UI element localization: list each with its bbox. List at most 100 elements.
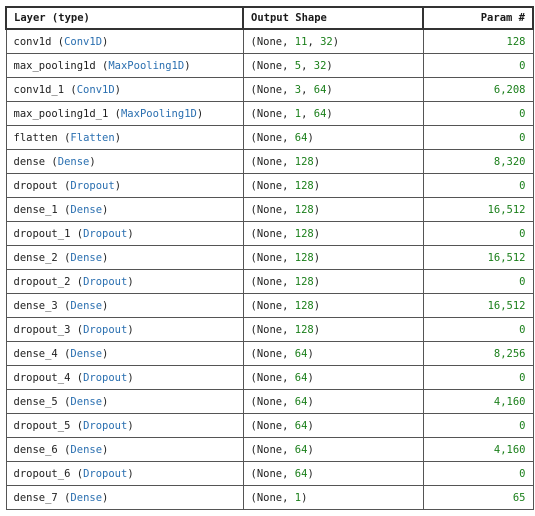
shape-dim: 64 (294, 371, 308, 384)
output-shape-cell: (None, 11, 32) (242, 28, 424, 54)
layer-cell: dense_5 (Dense) (5, 389, 244, 414)
table-row: dense_5 (Dense) (None, 64) 4,160 (5, 389, 534, 414)
shape-dim: None (256, 275, 283, 288)
shape-dim: 1 (294, 491, 302, 504)
layer-type: Conv1D (76, 83, 115, 96)
layer-type: Dropout (83, 467, 128, 480)
layer-cell: dense_1 (Dense) (5, 197, 244, 222)
table-row: dense_3 (Dense) (None, 128) 16,512 (5, 293, 534, 318)
shape-dim: None (256, 419, 283, 432)
layer-cell: dropout_2 (Dropout) (5, 269, 244, 294)
layer-cell: flatten (Flatten) (5, 125, 244, 150)
shape-dim: None (256, 443, 283, 456)
output-shape-cell: (None, 1) (242, 485, 424, 510)
layer-cell: dropout_5 (Dropout) (5, 413, 244, 438)
output-shape-cell: (None, 64) (242, 437, 424, 462)
table-row: dropout (Dropout) (None, 128) 0 (5, 173, 534, 198)
layer-name: dense_1 (13, 203, 58, 216)
table-row: dense_1 (Dense) (None, 128) 16,512 (5, 197, 534, 222)
shape-dim: 64 (294, 395, 308, 408)
shape-dim: 128 (294, 275, 314, 288)
layer-cell: max_pooling1d (MaxPooling1D) (5, 53, 244, 78)
output-shape-cell: (None, 128) (242, 173, 424, 198)
shape-dim: None (256, 35, 283, 48)
layer-name: dropout (13, 179, 58, 192)
layer-type-header: Layer (type) (5, 6, 244, 30)
param-count-cell: 0 (422, 221, 534, 246)
shape-dim: 3 (294, 83, 302, 96)
layer-type: Dropout (70, 179, 115, 192)
shape-dim: 128 (294, 155, 314, 168)
table-row: conv1d_1 (Conv1D) (None, 3, 64) 6,208 (5, 77, 534, 102)
table-row: dense (Dense) (None, 128) 8,320 (5, 149, 534, 174)
shape-dim: None (256, 203, 283, 216)
table-row: dense_2 (Dense) (None, 128) 16,512 (5, 245, 534, 270)
table-row: max_pooling1d (MaxPooling1D) (None, 5, 32… (5, 53, 534, 78)
param-count-header: Param # (422, 6, 534, 30)
shape-dim: None (256, 395, 283, 408)
param-count-cell: 0 (422, 461, 534, 486)
output-shape-cell: (None, 64) (242, 125, 424, 150)
layer-type: Dense (70, 347, 103, 360)
shape-dim: None (256, 227, 283, 240)
layer-cell: dense_4 (Dense) (5, 341, 244, 366)
layer-type: Dropout (83, 227, 128, 240)
shape-dim: None (256, 155, 283, 168)
shape-dim: None (256, 323, 283, 336)
model-summary-table: Layer (type) Output Shape Param # conv1d… (5, 6, 534, 510)
table-row: dropout_2 (Dropout) (None, 128) 0 (5, 269, 534, 294)
layer-name: dense_5 (13, 395, 58, 408)
layer-cell: dropout_3 (Dropout) (5, 317, 244, 342)
table-row: dense_4 (Dense) (None, 64) 8,256 (5, 341, 534, 366)
layer-type: Dense (70, 395, 103, 408)
shape-dim: None (256, 371, 283, 384)
output-shape-cell: (None, 64) (242, 389, 424, 414)
table-row: flatten (Flatten) (None, 64) 0 (5, 125, 534, 150)
layer-cell: max_pooling1d_1 (MaxPooling1D) (5, 101, 244, 126)
shape-dim: None (256, 179, 283, 192)
layer-cell: dropout_1 (Dropout) (5, 221, 244, 246)
param-count-cell: 8,256 (422, 341, 534, 366)
output-shape-cell: (None, 128) (242, 269, 424, 294)
layer-name: dropout_1 (13, 227, 71, 240)
param-count-cell: 0 (422, 413, 534, 438)
param-count-cell: 8,320 (422, 149, 534, 174)
layer-type: Dropout (83, 371, 128, 384)
shape-dim: None (256, 131, 283, 144)
shape-dim: 64 (313, 107, 327, 120)
shape-dim: 128 (294, 323, 314, 336)
shape-dim: 64 (294, 131, 308, 144)
shape-dim: None (256, 251, 283, 264)
output-shape-cell: (None, 128) (242, 293, 424, 318)
layer-name: dense_3 (13, 299, 58, 312)
param-count-cell: 16,512 (422, 197, 534, 222)
layer-cell: dense_6 (Dense) (5, 437, 244, 462)
output-shape-cell: (None, 128) (242, 197, 424, 222)
shape-dim: None (256, 347, 283, 360)
layer-name: dense_2 (13, 251, 58, 264)
shape-dim: None (256, 299, 283, 312)
table-row: max_pooling1d_1 (MaxPooling1D) (None, 1, … (5, 101, 534, 126)
shape-dim: 64 (294, 347, 308, 360)
table-row: dropout_6 (Dropout) (None, 64) 0 (5, 461, 534, 486)
param-count-cell: 4,160 (422, 437, 534, 462)
output-shape-cell: (None, 3, 64) (242, 77, 424, 102)
layer-type: Dense (70, 299, 103, 312)
layer-cell: conv1d_1 (Conv1D) (5, 77, 244, 102)
table-row: dropout_5 (Dropout) (None, 64) 0 (5, 413, 534, 438)
output-shape-cell: (None, 64) (242, 461, 424, 486)
layer-cell: conv1d (Conv1D) (5, 28, 244, 54)
param-count-cell: 0 (422, 125, 534, 150)
param-count-cell: 128 (422, 28, 534, 54)
output-shape-cell: (None, 64) (242, 365, 424, 390)
shape-dim: 32 (313, 59, 327, 72)
shape-dim: 11 (294, 35, 308, 48)
layer-type: Dense (70, 491, 103, 504)
layer-name: dense (13, 155, 46, 168)
layer-type: Dropout (83, 323, 128, 336)
layer-name: dropout_4 (13, 371, 71, 384)
layer-type: Dense (70, 251, 103, 264)
output-shape-cell: (None, 1, 64) (242, 101, 424, 126)
layer-name: dropout_6 (13, 467, 71, 480)
layer-name: dense_7 (13, 491, 58, 504)
